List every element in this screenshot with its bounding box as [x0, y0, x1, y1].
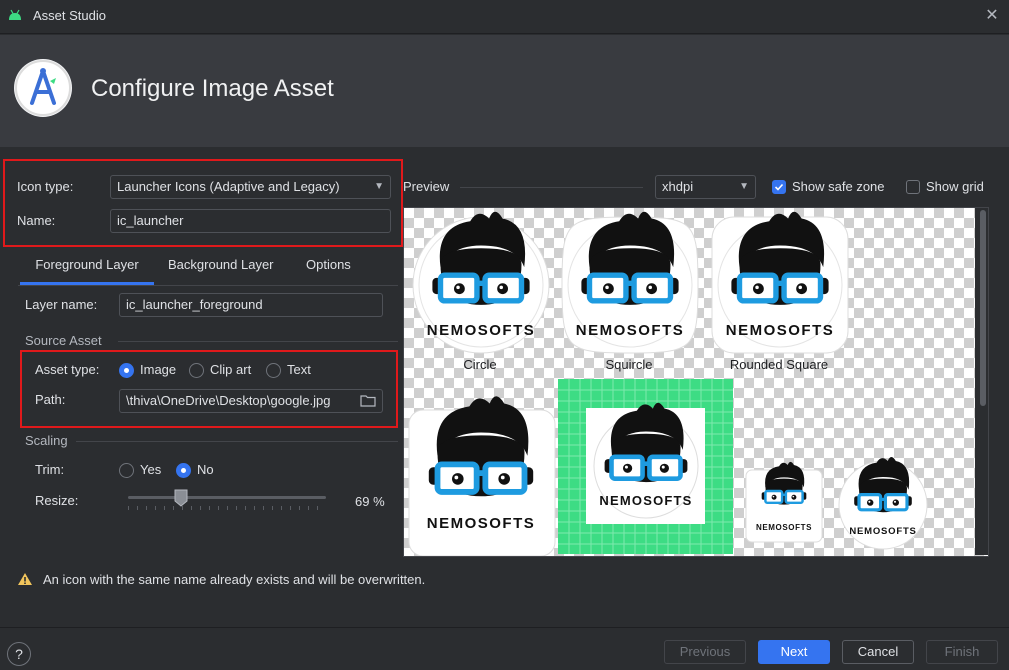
tab-options[interactable]: Options — [306, 253, 351, 285]
density-value: xhdpi — [662, 179, 694, 194]
show-grid-checkbox[interactable] — [906, 180, 920, 194]
preview-canvas: NEMOSOFTS NEMOSOFTS NEMOSOFTS NEMOSOFTS — [403, 207, 989, 557]
svg-text:NEMOSOFTS: NEMOSOFTS — [427, 322, 536, 339]
density-select[interactable]: xhdpi ▼ — [655, 175, 756, 199]
name-input[interactable]: ic_launcher — [110, 209, 391, 233]
warning-text: An icon with the same name already exist… — [43, 572, 426, 587]
resize-slider-thumb[interactable] — [174, 489, 188, 507]
asset-type-label: Asset type: — [35, 362, 100, 377]
show-safe-zone-checkbox[interactable] — [772, 180, 786, 194]
next-button[interactable]: Next — [758, 640, 830, 664]
preview-icons: NEMOSOFTS NEMOSOFTS NEMOSOFTS NEMOSOFTS — [408, 208, 928, 556]
legacy-grid-preview: NEMOSOFTS — [558, 379, 733, 554]
page-title: Configure Image Asset — [91, 75, 334, 102]
layer-name-input[interactable]: ic_launcher_foreground — [119, 293, 383, 317]
path-input[interactable]: \thiva\OneDrive\Desktop\google.jpg — [119, 389, 383, 413]
svg-text:NEMOSOFTS: NEMOSOFTS — [756, 523, 812, 532]
resize-slider-ticks — [128, 506, 326, 510]
trim-yes-label: Yes — [140, 462, 162, 477]
icon-type-label: Icon type: — [17, 179, 74, 194]
tab-foreground-layer[interactable]: Foreground Layer — [20, 253, 154, 285]
name-label: Name: — [17, 213, 56, 228]
resize-slider-track[interactable] — [128, 496, 326, 499]
trim-no-label: No — [197, 462, 214, 477]
path-label: Path: — [35, 392, 66, 407]
android-icon — [9, 9, 21, 20]
tab-background-layer[interactable]: Background Layer — [168, 253, 274, 285]
window-title: Asset Studio — [33, 8, 106, 23]
preview-label: Preview — [403, 179, 450, 194]
icon-type-value: Launcher Icons (Adaptive and Legacy) — [117, 179, 340, 194]
svg-text:NEMOSOFTS: NEMOSOFTS — [849, 526, 916, 537]
resize-label: Resize: — [35, 493, 79, 508]
svg-text:NEMOSOFTS: NEMOSOFTS — [599, 493, 692, 508]
chevron-down-icon: ▼ — [739, 181, 749, 192]
asset-studio-logo — [14, 59, 72, 117]
preview-divider — [460, 187, 643, 188]
caption-circle: Circle — [463, 357, 497, 372]
cancel-button[interactable]: Cancel — [842, 640, 914, 664]
svg-text:NEMOSOFTS: NEMOSOFTS — [726, 322, 835, 339]
svg-text:NEMOSOFTS: NEMOSOFTS — [576, 322, 685, 339]
help-button[interactable]: ? — [7, 642, 31, 666]
icon-type-select[interactable]: Launcher Icons (Adaptive and Legacy) ▼ — [110, 175, 391, 199]
caption-rounded-square: Rounded Square — [729, 357, 829, 372]
warning-icon — [17, 572, 33, 586]
source-asset-divider — [118, 341, 398, 342]
asset-type-image-label: Image — [140, 362, 177, 377]
finish-button[interactable]: Finish — [926, 640, 998, 664]
preview-scrollbar-thumb[interactable] — [980, 210, 986, 406]
close-icon[interactable]: ✕ — [980, 4, 1004, 28]
trim-yes-radio[interactable] — [119, 463, 134, 478]
wizard-header: Configure Image Asset — [0, 35, 1009, 147]
asset-type-clipart-radio[interactable] — [189, 363, 204, 378]
resize-value: 69 % — [355, 494, 385, 509]
tab-divider — [18, 285, 398, 286]
asset-type-text-radio[interactable] — [266, 363, 281, 378]
show-safe-zone-label: Show safe zone — [792, 179, 885, 194]
title-bar: Asset Studio ✕ — [0, 0, 1009, 34]
svg-text:NEMOSOFTS: NEMOSOFTS — [427, 515, 536, 532]
scaling-heading: Scaling — [25, 433, 68, 448]
chevron-down-icon: ▼ — [374, 181, 384, 192]
scaling-divider — [76, 441, 398, 442]
icon-config-highlight — [3, 159, 403, 247]
trim-label: Trim: — [35, 462, 65, 477]
asset-type-text-label: Text — [287, 362, 311, 377]
show-grid-label: Show grid — [926, 179, 984, 194]
asset-type-image-radio[interactable] — [119, 363, 134, 378]
source-asset-heading: Source Asset — [25, 333, 102, 348]
folder-icon[interactable] — [360, 394, 376, 407]
layer-name-label: Layer name: — [25, 297, 98, 312]
trim-no-radio[interactable] — [176, 463, 191, 478]
asset-type-clipart-label: Clip art — [210, 362, 252, 377]
previous-button[interactable]: Previous — [664, 640, 746, 664]
caption-squircle: Squircle — [605, 357, 653, 372]
